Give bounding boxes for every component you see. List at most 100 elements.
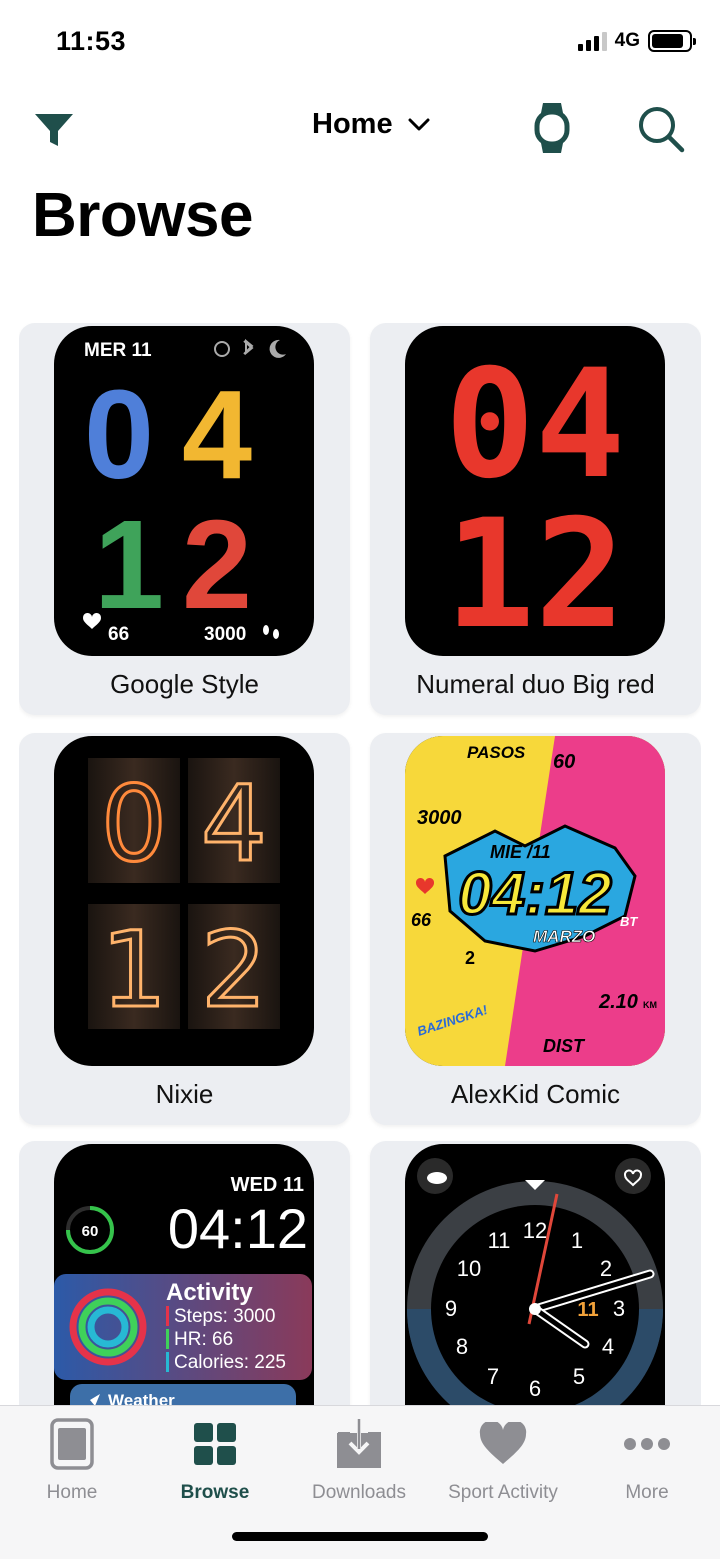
watchface-preview: 0 4 1 2 xyxy=(54,736,314,1066)
tab-home[interactable]: Home xyxy=(0,1416,144,1504)
watch-icon xyxy=(534,103,570,153)
watchface-card-activity[interactable]: WED 11 60 04:12 Activity Steps: 3000 HR:… xyxy=(19,1141,350,1405)
tab-browse[interactable]: Browse xyxy=(143,1416,287,1504)
comic-date: MIE /11 xyxy=(490,842,551,862)
tab-label: Downloads xyxy=(312,1482,406,1503)
watchface-name: Nixie xyxy=(155,1079,214,1109)
face-hours: 04 xyxy=(445,338,626,512)
comic-battery: 60 xyxy=(553,751,575,773)
comic-heart: 66 xyxy=(411,910,432,930)
activity-steps: Steps: 3000 xyxy=(174,1306,275,1327)
nixie-digit-4: 2 xyxy=(201,909,267,1031)
face-date: MER 11 xyxy=(84,340,152,361)
footsteps-icon xyxy=(263,625,279,639)
comic-steps: 3000 xyxy=(417,807,462,829)
home-indicator xyxy=(232,1532,488,1541)
comic-distance: 2.10 xyxy=(598,991,638,1013)
search-icon xyxy=(639,107,685,153)
dial-7: 7 xyxy=(487,1364,499,1389)
face-minute-ones: 2 xyxy=(182,494,252,635)
battery-icon xyxy=(648,30,696,52)
heart-complication-icon xyxy=(615,1158,651,1194)
download-icon xyxy=(337,1419,381,1468)
chevron-down-icon xyxy=(408,118,430,130)
watchface-name: Numeral duo Big red xyxy=(416,669,655,699)
activity-calories: Calories: 225 xyxy=(174,1352,286,1373)
watchface-card-alexkid-comic[interactable]: PASOS 3000 60 MIE /11 04:12 MARZO 66 2 B… xyxy=(370,733,701,1125)
comic-distance-unit: KM xyxy=(643,1000,657,1010)
weather-label: Weather xyxy=(108,1391,175,1405)
face-steps-value: 3000 xyxy=(204,624,246,645)
watchface-card-google-style[interactable]: MER 11 0 4 1 2 66 3000 Google Style xyxy=(19,323,350,715)
more-dots-icon xyxy=(624,1438,670,1450)
watchface-card-analog[interactable]: 12 1 2 3 4 5 6 7 8 9 10 11 11 xyxy=(370,1141,701,1405)
weather-complication-icon xyxy=(417,1158,453,1194)
location-selector[interactable]: Home xyxy=(312,108,431,141)
watchface-name: Google Style xyxy=(110,669,259,699)
watchface-grid: MER 11 0 4 1 2 66 3000 Google Style 04 1… xyxy=(19,323,701,1405)
location-label: Home xyxy=(312,108,393,140)
face-hour-tens: 0 xyxy=(84,364,154,505)
comic-temp: 2 xyxy=(465,948,475,968)
status-bar: 11:53 4G xyxy=(0,0,720,86)
alarm-icon xyxy=(214,341,230,357)
activity-title: Activity xyxy=(166,1279,253,1306)
comic-dist-label: DIST xyxy=(543,1036,586,1056)
tab-downloads[interactable]: Downloads xyxy=(287,1416,431,1504)
watchface-name: AlexKid Comic xyxy=(450,1079,621,1109)
network-type: 4G xyxy=(614,30,640,51)
tab-label: Home xyxy=(46,1482,98,1503)
face-minute-tens: 1 xyxy=(94,494,164,635)
dial-8: 8 xyxy=(456,1334,468,1359)
tab-more[interactable]: More xyxy=(575,1416,719,1504)
comic-time: 04:12 xyxy=(458,860,611,927)
comic-bt: BT xyxy=(620,914,638,929)
nixie-digit-2: 4 xyxy=(201,763,267,885)
face-minutes: 12 xyxy=(445,488,626,656)
activity-hr: HR: 66 xyxy=(174,1329,233,1350)
filter-button[interactable] xyxy=(32,108,76,152)
face-date: WED 11 xyxy=(231,1174,304,1196)
face-heart-value: 66 xyxy=(108,624,129,645)
watchface-card-numeral-duo[interactable]: 04 12 Numeral duo Big red xyxy=(370,323,701,715)
tab-sport-activity[interactable]: Sport Activity xyxy=(431,1416,575,1504)
home-watch-icon xyxy=(50,1418,94,1470)
dial-1: 1 xyxy=(571,1228,583,1253)
nixie-digit-3: 1 xyxy=(101,909,167,1031)
heart-icon xyxy=(479,1422,527,1464)
dial-9: 9 xyxy=(445,1296,457,1321)
watchface-card-nixie[interactable]: 0 4 1 2 Nixie xyxy=(19,733,350,1125)
bluetooth-icon xyxy=(243,338,254,356)
comic-month: MARZO xyxy=(533,927,595,946)
watchface-preview: PASOS 3000 60 MIE /11 04:12 MARZO 66 2 B… xyxy=(405,736,665,1066)
dial-10: 10 xyxy=(457,1256,481,1281)
tab-label: More xyxy=(625,1482,669,1503)
top-nav: Home xyxy=(0,96,720,160)
signal-icon xyxy=(577,31,607,51)
status-indicators: 4G xyxy=(577,30,696,52)
dial-3: 3 xyxy=(613,1296,625,1321)
face-hour-ones: 4 xyxy=(182,364,252,505)
tab-label: Sport Activity xyxy=(448,1482,558,1503)
moon-icon xyxy=(269,339,286,358)
watchface-preview: MER 11 0 4 1 2 66 3000 xyxy=(54,326,314,656)
status-time: 11:53 xyxy=(56,26,127,56)
watchface-preview: WED 11 60 04:12 Activity Steps: 3000 HR:… xyxy=(54,1144,314,1405)
date-window: 11 xyxy=(577,1299,598,1321)
dial-11: 11 xyxy=(488,1228,511,1253)
dial-4: 4 xyxy=(602,1334,614,1359)
watch-button[interactable] xyxy=(530,100,574,156)
nixie-digit-1: 0 xyxy=(101,763,167,885)
comic-pasos: PASOS xyxy=(467,743,526,762)
tab-label: Browse xyxy=(180,1482,250,1503)
dial-12: 12 xyxy=(523,1218,547,1243)
dial-5: 5 xyxy=(573,1364,585,1389)
search-button[interactable] xyxy=(636,104,686,154)
page-title: Browse xyxy=(32,181,253,250)
watchface-preview: 12 1 2 3 4 5 6 7 8 9 10 11 11 xyxy=(405,1144,665,1405)
dial-6: 6 xyxy=(529,1376,541,1401)
face-time: 04:12 xyxy=(168,1197,308,1260)
watchface-preview: 04 12 xyxy=(405,326,665,656)
filter-icon xyxy=(35,114,73,146)
face-ring-value: 60 xyxy=(82,1223,99,1240)
